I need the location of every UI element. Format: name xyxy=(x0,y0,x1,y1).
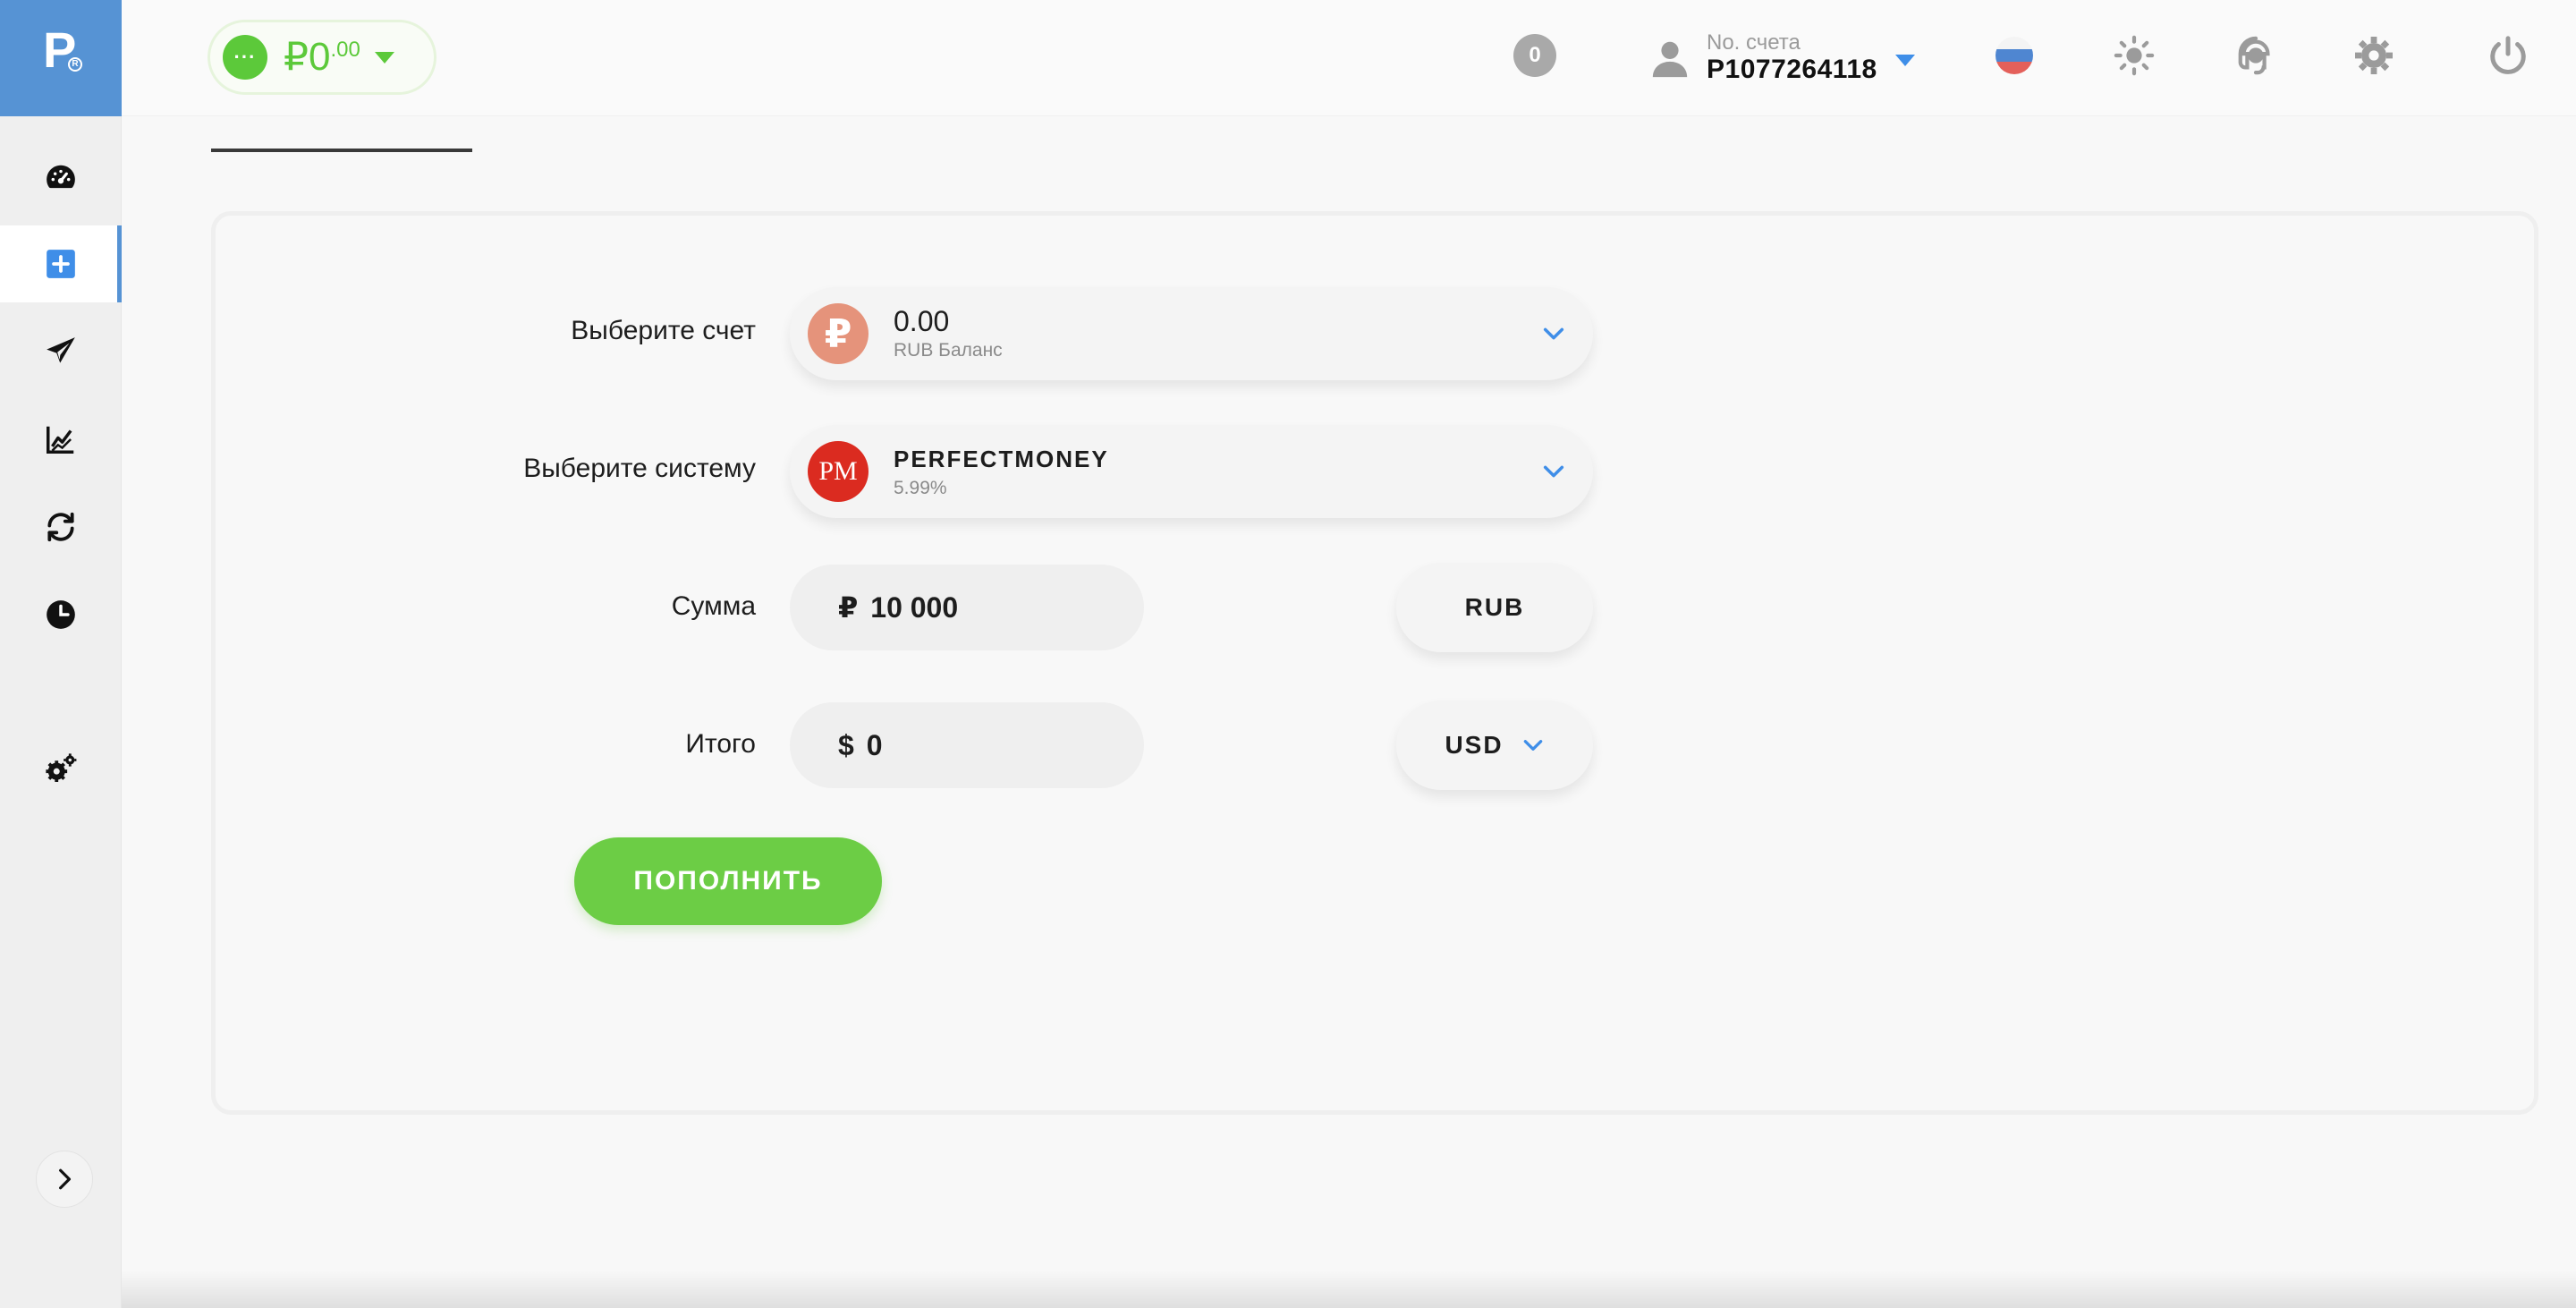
total-currency-label: USD xyxy=(1445,731,1504,759)
registered-mark-icon: R xyxy=(68,57,82,72)
amount-label: Сумма xyxy=(671,591,756,621)
balance-currency: ₽ xyxy=(284,35,309,79)
deposit-form-card: Выберите счет ₽ 0.00 RUB Баланс Выберите… xyxy=(211,211,2538,1115)
sidebar-item-settings[interactable] xyxy=(0,730,122,807)
account-select-label: Выберите счет xyxy=(571,316,756,345)
support-headset-icon xyxy=(2238,36,2270,75)
perfectmoney-logo-icon: PM xyxy=(808,441,869,502)
caret-down-icon xyxy=(374,51,394,64)
power-icon xyxy=(2490,36,2526,74)
sidebar-item-statistics[interactable] xyxy=(0,401,122,478)
ruble-sign-icon: ₽ xyxy=(838,591,859,624)
sun-icon xyxy=(2114,35,2155,76)
payment-system-value: PERFECTMONEY xyxy=(894,446,1109,472)
clock-icon xyxy=(47,600,75,629)
account-select[interactable]: ₽ 0.00 RUB Баланс xyxy=(790,287,1593,380)
sidebar: P R xyxy=(0,0,122,1308)
account-select-value: 0.00 xyxy=(894,305,950,337)
balance-selector[interactable]: ··· ₽0.00 xyxy=(208,20,436,95)
system-select-label: Выберите систему xyxy=(523,454,756,483)
ruble-coin-icon: ₽ xyxy=(808,303,869,364)
user-icon xyxy=(1652,41,1688,78)
total-value: 0 xyxy=(866,728,883,761)
language-button[interactable] xyxy=(1989,30,2039,81)
sidebar-item-dashboard[interactable] xyxy=(0,140,122,217)
amount-currency[interactable]: RUB xyxy=(1396,563,1593,652)
speedometer-icon xyxy=(47,165,75,189)
sidebar-item-exchange[interactable] xyxy=(0,488,122,565)
amount-input[interactable]: ₽ 10 000 xyxy=(790,565,1144,650)
settings-button[interactable] xyxy=(2349,30,2399,81)
chevron-right-icon xyxy=(59,1168,72,1190)
gears-icon xyxy=(46,753,77,783)
payment-system-fee: 5.99% xyxy=(894,478,947,498)
account-selector[interactable]: No. счета P1077264118 xyxy=(1649,27,1915,89)
sidebar-item-deposit[interactable] xyxy=(0,225,122,302)
chevron-down-icon xyxy=(1543,465,1564,478)
balance-amount: ₽0.00 xyxy=(284,38,360,77)
total-label: Итого xyxy=(685,729,756,759)
sidebar-item-send[interactable] xyxy=(0,313,122,390)
notifications-badge[interactable]: 0 xyxy=(1513,34,1556,77)
support-button[interactable] xyxy=(2231,30,2281,81)
sidebar-expand-button[interactable] xyxy=(36,1151,93,1208)
chevron-down-icon xyxy=(1543,327,1564,340)
payment-system-select[interactable]: PM PERFECTMONEY 5.99% xyxy=(790,425,1593,518)
russia-flag-icon xyxy=(1996,37,2033,74)
header: ··· ₽0.00 0 No. счета P1077264118 xyxy=(122,0,2576,116)
caret-down-icon xyxy=(1894,54,1915,66)
paper-plane-icon xyxy=(47,337,75,363)
balance-whole: 0 xyxy=(309,35,331,79)
plus-square-icon xyxy=(47,250,75,278)
active-tab-indicator xyxy=(211,149,472,152)
logo[interactable]: P R xyxy=(0,0,122,116)
sidebar-item-history[interactable] xyxy=(0,576,122,653)
logout-button[interactable] xyxy=(2483,30,2533,81)
refresh-arrows-icon xyxy=(47,512,74,542)
theme-toggle-button[interactable] xyxy=(2109,30,2159,81)
balance-fraction: .00 xyxy=(330,38,360,62)
amount-currency-label: RUB xyxy=(1464,593,1525,621)
amount-value: 10 000 xyxy=(870,590,959,624)
chart-line-icon xyxy=(47,426,74,454)
account-label: No. счета xyxy=(1707,30,1801,55)
total-output: $ 0 xyxy=(790,702,1144,788)
gear-icon xyxy=(2355,37,2393,74)
balance-menu-icon: ··· xyxy=(223,35,267,80)
account-number: P1077264118 xyxy=(1707,55,1877,84)
bottom-shadow xyxy=(122,1270,2576,1308)
total-currency-select[interactable]: USD xyxy=(1396,701,1593,790)
chevron-down-icon xyxy=(1523,740,1542,751)
deposit-submit-button[interactable]: ПОПОЛНИТЬ xyxy=(574,837,882,925)
account-select-sub: RUB Баланс xyxy=(894,340,1003,361)
dollar-sign-icon: $ xyxy=(838,728,854,761)
